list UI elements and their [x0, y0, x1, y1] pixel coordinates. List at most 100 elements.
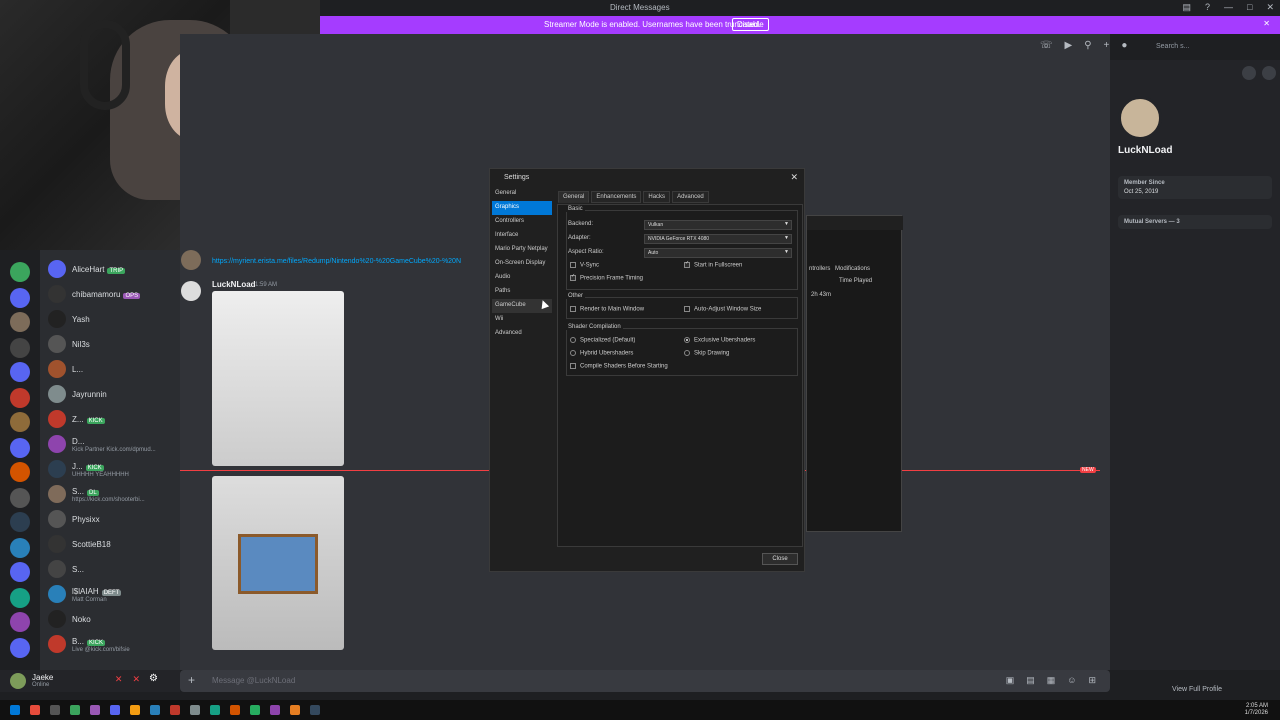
list-item[interactable]: Noko — [48, 608, 91, 630]
nav-on-screen-display[interactable]: On-Screen Display — [492, 257, 552, 271]
list-item[interactable]: Yash — [48, 308, 90, 330]
aspect-ratio-select[interactable]: Auto ▼ — [644, 248, 792, 258]
tab-general[interactable]: General — [558, 191, 590, 203]
toolbar-controllers[interactable]: ntrollers — [809, 266, 830, 272]
app-icon[interactable] — [290, 705, 300, 715]
tab-enhancements[interactable]: Enhancements — [591, 191, 642, 203]
server-icon[interactable] — [10, 412, 30, 432]
hybrid-ubershaders-radio[interactable]: Hybrid Ubershaders — [570, 350, 633, 357]
inbox-icon[interactable]: ▤ — [1182, 2, 1191, 13]
server-icon[interactable] — [10, 338, 30, 358]
server-icon[interactable] — [10, 638, 30, 658]
system-clock[interactable]: 2:05 AM 1/7/2026 — [1245, 703, 1268, 717]
start-icon[interactable] — [10, 705, 20, 715]
vsync-checkbox[interactable]: V-Sync — [570, 262, 599, 269]
server-icon[interactable] — [10, 362, 30, 382]
app-icon[interactable] — [270, 705, 280, 715]
exclusive-ubershaders-radio[interactable]: Exclusive Ubershaders — [684, 337, 755, 344]
app-icon[interactable] — [70, 705, 80, 715]
server-icon[interactable] — [10, 588, 30, 608]
app-icon[interactable] — [310, 705, 320, 715]
nav-graphics[interactable]: Graphics — [492, 201, 552, 215]
backend-select[interactable]: Vulkan ▼ — [644, 220, 792, 230]
server-icon[interactable] — [10, 288, 30, 308]
list-item[interactable]: AliceHart TRIP — [48, 258, 126, 280]
maximize-icon[interactable]: □ — [1247, 2, 1252, 13]
nav-interface[interactable]: Interface — [492, 229, 552, 243]
list-item[interactable]: Z... KICK — [48, 408, 105, 430]
server-icon[interactable] — [10, 262, 30, 282]
list-item[interactable]: L... — [48, 358, 83, 380]
message-image-attachment[interactable] — [212, 291, 344, 466]
close-window-icon[interactable]: ✕ — [1266, 2, 1274, 13]
app-icon[interactable] — [210, 705, 220, 715]
list-item[interactable]: ScottieB18 — [48, 533, 111, 555]
adapter-select[interactable]: NVIDIA GeForce RTX 4080 ▼ — [644, 234, 792, 244]
app-icon[interactable] — [250, 705, 260, 715]
app-icon[interactable] — [50, 705, 60, 715]
emoji-icon[interactable]: ☺ — [1067, 675, 1076, 686]
skip-drawing-radio[interactable]: Skip Drawing — [684, 350, 729, 357]
minimize-icon[interactable]: — — [1224, 2, 1233, 13]
message-link[interactable]: https://myrient.erista.me/files/Redump/N… — [212, 258, 461, 265]
chrome-icon[interactable] — [30, 705, 40, 715]
gift-icon[interactable]: ▣ — [1006, 675, 1015, 686]
nav-controllers[interactable]: Controllers — [492, 215, 552, 229]
pin-icon[interactable]: ⚲ — [1084, 40, 1091, 51]
add-friend-icon[interactable] — [1242, 66, 1256, 80]
nav-audio[interactable]: Audio — [492, 271, 552, 285]
toolbar-modifications[interactable]: Modifications — [835, 266, 870, 272]
list-item[interactable]: S... — [48, 558, 84, 580]
app-icon[interactable] — [150, 705, 160, 715]
apps-icon[interactable]: ⊞ — [1088, 675, 1096, 686]
avatar[interactable] — [181, 250, 201, 270]
list-item[interactable]: S... DL https://kick.com/shooterbi... — [48, 483, 145, 505]
list-item[interactable]: chibamamoru OPS — [48, 283, 141, 305]
avatar[interactable] — [1118, 96, 1162, 140]
help-icon[interactable]: ? — [1205, 2, 1210, 13]
auto-adjust-checkbox[interactable]: Auto-Adjust Window Size — [684, 306, 761, 313]
fullscreen-checkbox[interactable]: Start in Fullscreen — [684, 262, 742, 269]
message-author[interactable]: LuckNLoad — [212, 280, 256, 289]
list-item[interactable]: D... Kick Partner Kick.com/dpmud... — [48, 433, 156, 455]
server-icon[interactable] — [10, 438, 30, 458]
video-call-icon[interactable]: ▶ — [1065, 40, 1073, 51]
compile-shaders-checkbox[interactable]: Compile Shaders Before Starting — [570, 363, 668, 370]
server-icon[interactable] — [10, 312, 30, 332]
app-icon[interactable] — [190, 705, 200, 715]
server-icon[interactable] — [10, 462, 30, 482]
message-composer[interactable]: + Message @LuckNLoad ▣ ▤ ▦ ☺ ⊞ — [180, 670, 1110, 692]
server-icon[interactable] — [10, 512, 30, 532]
avatar[interactable] — [181, 281, 201, 301]
close-icon[interactable]: ✕ — [790, 172, 798, 183]
disable-streamer-mode-button[interactable]: Disable — [732, 18, 769, 31]
list-item[interactable]: Nil3s — [48, 333, 90, 355]
tab-advanced[interactable]: Advanced — [672, 191, 709, 203]
app-icon[interactable] — [90, 705, 100, 715]
view-full-profile-link[interactable]: View Full Profile — [1172, 686, 1222, 693]
tab-hacks[interactable]: Hacks — [643, 191, 671, 203]
column-time-played[interactable]: Time Played — [839, 278, 872, 284]
profile-toggle-icon[interactable]: ● — [1121, 40, 1127, 51]
discord-icon[interactable] — [110, 705, 120, 715]
close-button[interactable]: Close — [762, 553, 798, 565]
nav-paths[interactable]: Paths — [492, 285, 552, 299]
gear-icon[interactable]: ⚙ — [149, 673, 158, 684]
message-image-attachment[interactable] — [212, 476, 344, 650]
search-input[interactable]: Search s... — [1150, 40, 1260, 56]
attach-icon[interactable]: + — [188, 673, 195, 687]
nav-wii[interactable]: Wii — [492, 313, 552, 327]
deafen-icon[interactable]: ✕ — [132, 674, 140, 685]
server-icon[interactable] — [10, 538, 30, 558]
server-icon[interactable] — [10, 562, 30, 582]
precision-timing-checkbox[interactable]: Precision Frame Timing — [570, 275, 643, 282]
more-icon[interactable] — [1262, 66, 1276, 80]
server-icon[interactable] — [10, 388, 30, 408]
list-item[interactable]: Physixx — [48, 508, 100, 530]
list-item[interactable]: Jayrunnin — [48, 383, 107, 405]
call-icon[interactable]: ☏ — [1040, 40, 1053, 51]
app-icon[interactable] — [130, 705, 140, 715]
message-input[interactable]: Message @LuckNLoad — [212, 676, 295, 685]
list-item[interactable]: B... KICK Live @kick.com/bifsie — [48, 633, 130, 655]
server-icon[interactable] — [10, 612, 30, 632]
